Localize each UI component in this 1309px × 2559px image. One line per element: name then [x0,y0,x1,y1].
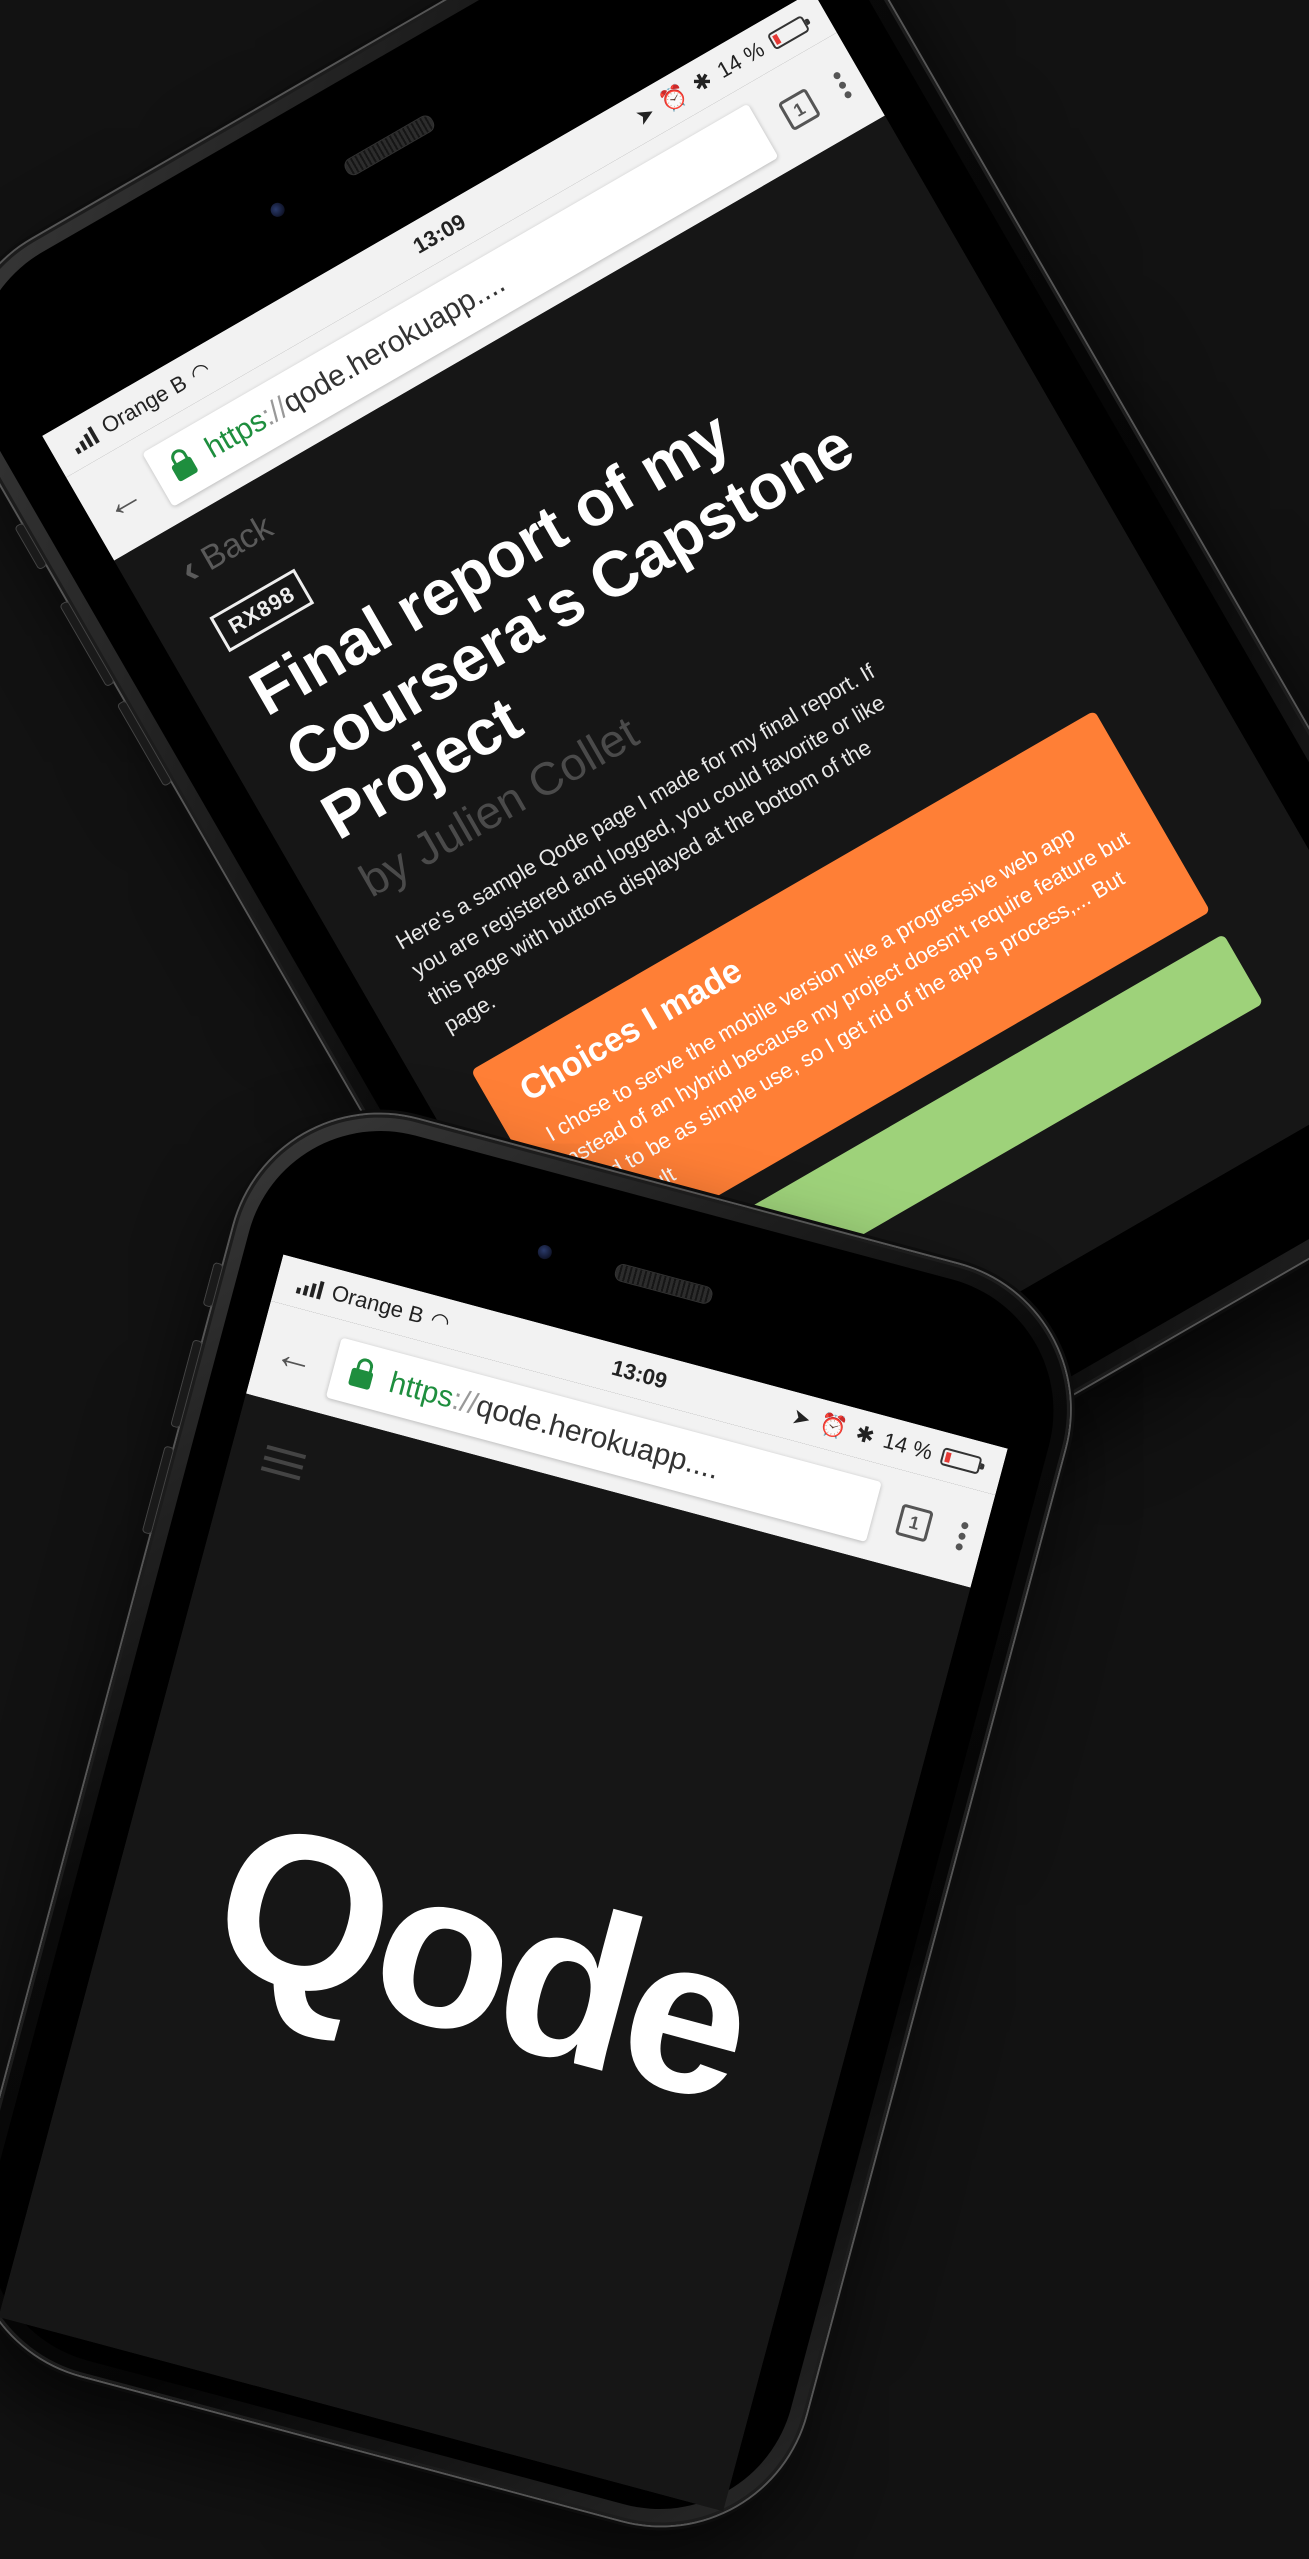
phone-screen: Orange B ◠ 13:09 ➤ ⏰ ✱ 14 % ← https://qo… [0,1254,1008,2512]
bluetooth-icon: ✱ [852,1420,878,1450]
browser-menu-icon[interactable] [955,1520,970,1551]
location-icon: ➤ [789,1403,814,1433]
battery-percent: 14 % [880,1427,936,1465]
volume-down-button [141,1445,175,1535]
alarm-icon: ⏰ [816,1410,850,1442]
url-scheme: https [385,1365,458,1415]
battery-icon [939,1447,983,1475]
battery-icon [766,14,811,51]
home-page: Qode [0,1393,971,2512]
tab-switcher-button[interactable]: 1 [777,87,822,132]
battery-level [772,33,782,45]
mute-switch [202,1261,224,1308]
mute-switch [13,522,48,571]
lock-icon [170,455,199,483]
wifi-icon: ◠ [427,1306,453,1336]
phone-home: Orange B ◠ 13:09 ➤ ⏰ ✱ 14 % ← https://qo… [0,1080,1104,2559]
browser-menu-icon[interactable] [831,70,853,100]
battery-level [944,1451,952,1463]
volume-up-button [170,1339,204,1429]
qode-logo: Qode [190,1771,775,2149]
alarm-icon: ⏰ [655,80,692,117]
location-icon: ➤ [630,99,660,131]
wifi-icon: ◠ [185,356,215,388]
hamburger-menu-icon[interactable] [260,1444,307,1481]
signal-icon [295,1274,325,1300]
tab-switcher-button[interactable]: 1 [894,1503,934,1543]
bluetooth-icon: ✱ [687,66,717,98]
signal-icon [68,424,100,455]
status-time: 13:09 [609,1354,670,1394]
back-link-label: Back [194,507,280,579]
lock-icon [347,1367,374,1391]
